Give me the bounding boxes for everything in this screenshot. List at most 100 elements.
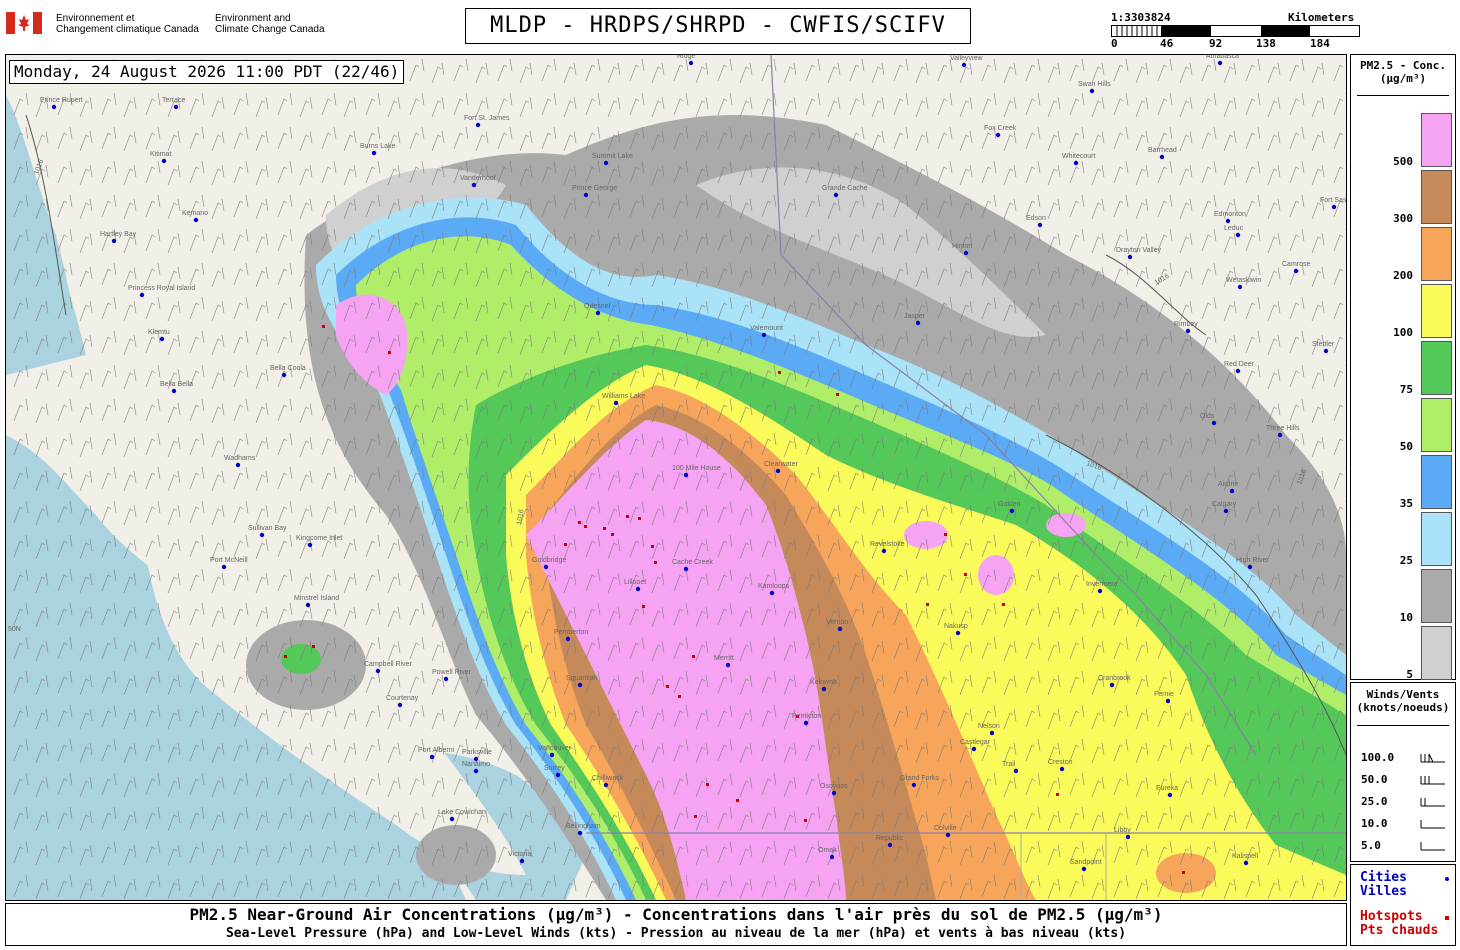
city-dot [1293,268,1299,274]
scale-ratio: 1:3303824 [1111,11,1171,24]
city-label: Lillooet [624,579,646,586]
wind-speed-value: 10.0 [1361,817,1388,830]
wind-barb-icon [1420,753,1445,763]
markers-legend: Cities Villes Hotspots Pts chauds [1350,864,1456,946]
city-dot [543,564,549,570]
city-dot [111,238,117,244]
city-label: Hartley Bay [100,231,137,238]
city-dot [1223,508,1229,514]
legend-value: 5 [1406,668,1413,681]
city-label: Rimbey [1174,321,1198,328]
city-label: Powell River [432,669,472,676]
legend-value: 300 [1393,212,1413,225]
city-label: Castlegar [960,739,991,746]
city-dot [955,630,961,636]
city-label: Kemano [182,210,208,217]
city-dot [995,132,1001,138]
scale-tick: 92 [1209,37,1223,50]
city-dot [831,790,837,796]
city-label: Squamish [566,675,597,682]
wind-barb-icon [1420,776,1445,785]
latitude-label: 50N [8,626,21,633]
canada-flag-icon [6,12,42,34]
city-dot [603,782,609,788]
city-label: Sullivan Bay [248,525,287,532]
city-label: Kelowna [810,679,837,686]
city-dot [833,192,839,198]
legend-title: PM2.5 - Conc. [1359,59,1447,72]
city-label: Sandpoint [1070,859,1102,866]
city-label: Invermere [1086,581,1118,588]
city-label: Republic [876,835,904,842]
smoke-forecast-map[interactable]: 1016 1016 1016 1016 1016 50N Prince Rupe… [5,54,1347,901]
city-dot [281,372,287,378]
city-dot [1211,420,1217,426]
city-label: Fox Creek [984,125,1017,132]
city-dot [961,62,967,68]
legend-value: 50 [1399,440,1413,453]
scale-unit: Kilometers [1288,11,1355,24]
city-label: Cranbrook [1098,675,1131,682]
city-label: Port McNeill [210,557,248,564]
city-dot [1109,682,1115,688]
city-label: Klemtu [148,329,170,336]
legend-swatch [1421,455,1452,509]
city-label: Vernon [826,619,848,626]
city-dot [583,192,589,198]
city-dot [963,250,969,256]
city-dot [555,772,561,778]
city-dot [1081,866,1087,872]
scale-tick: 138 [1256,37,1276,50]
city-label: Edmonton [1214,211,1246,218]
city-dot [595,310,601,316]
legend-swatch [1421,170,1452,224]
city-label: Swan Hills [1078,81,1111,88]
legend-swatch [1421,227,1452,281]
city-dot [971,746,977,752]
city-label: Kingcome Inlet [296,535,342,542]
wind-barb-icon [1420,842,1445,851]
city-dot [577,830,583,836]
city-dot [1225,218,1231,224]
city-label: Airdrie [1218,481,1238,488]
city-label: Colville [934,825,957,832]
city-dot [259,532,265,538]
city-label: Chilliwack [592,775,624,782]
city-label: Whitecourt [1062,153,1096,160]
concentration-legend: PM2.5 - Conc. (µg/m³) 500 300 200 100 75 50 35… [1350,54,1456,681]
wind-barb-icon [1420,798,1445,807]
city-label: Trail [1002,761,1016,768]
city-label: Minstrel Island [294,595,339,602]
city-dot [829,854,835,860]
city-dot [603,160,609,166]
city-dot [577,682,583,688]
city-dot [1235,368,1241,374]
city-label: Ridge [677,55,695,60]
city-label: Goldbridge [532,557,566,564]
city-label: Pemberton [554,629,588,636]
city-label: Surrey [544,765,565,772]
scale-tick: 46 [1160,37,1174,50]
legend-swatch [1421,398,1452,452]
city-dot [769,590,775,596]
city-dot [613,400,619,406]
city-dot [475,122,481,128]
legend-value: 25 [1399,554,1413,567]
city-dot [635,586,641,592]
map-canvas[interactable]: 1016 1016 1016 1016 1016 50N Prince Rupe… [6,55,1346,900]
city-dot [1243,860,1249,866]
city-label: Bella Coola [270,365,306,372]
city-dot [945,832,951,838]
city-label: Courtenay [386,695,419,702]
city-label: Valemount [750,325,783,332]
city-label: Three Hills [1266,425,1300,432]
city-label: Lake Cowichan [438,809,486,816]
caption-line-2: Sea-Level Pressure (hPa) and Low-Level W… [225,926,1127,941]
city-dot [1127,254,1133,260]
city-label: Grand Forks [900,775,939,782]
city-dot [473,768,479,774]
city-dot [1089,88,1095,94]
city-label: Kamloops [758,583,790,590]
city-label: Bellingham [566,823,601,830]
city-label: Campbell River [364,661,413,668]
